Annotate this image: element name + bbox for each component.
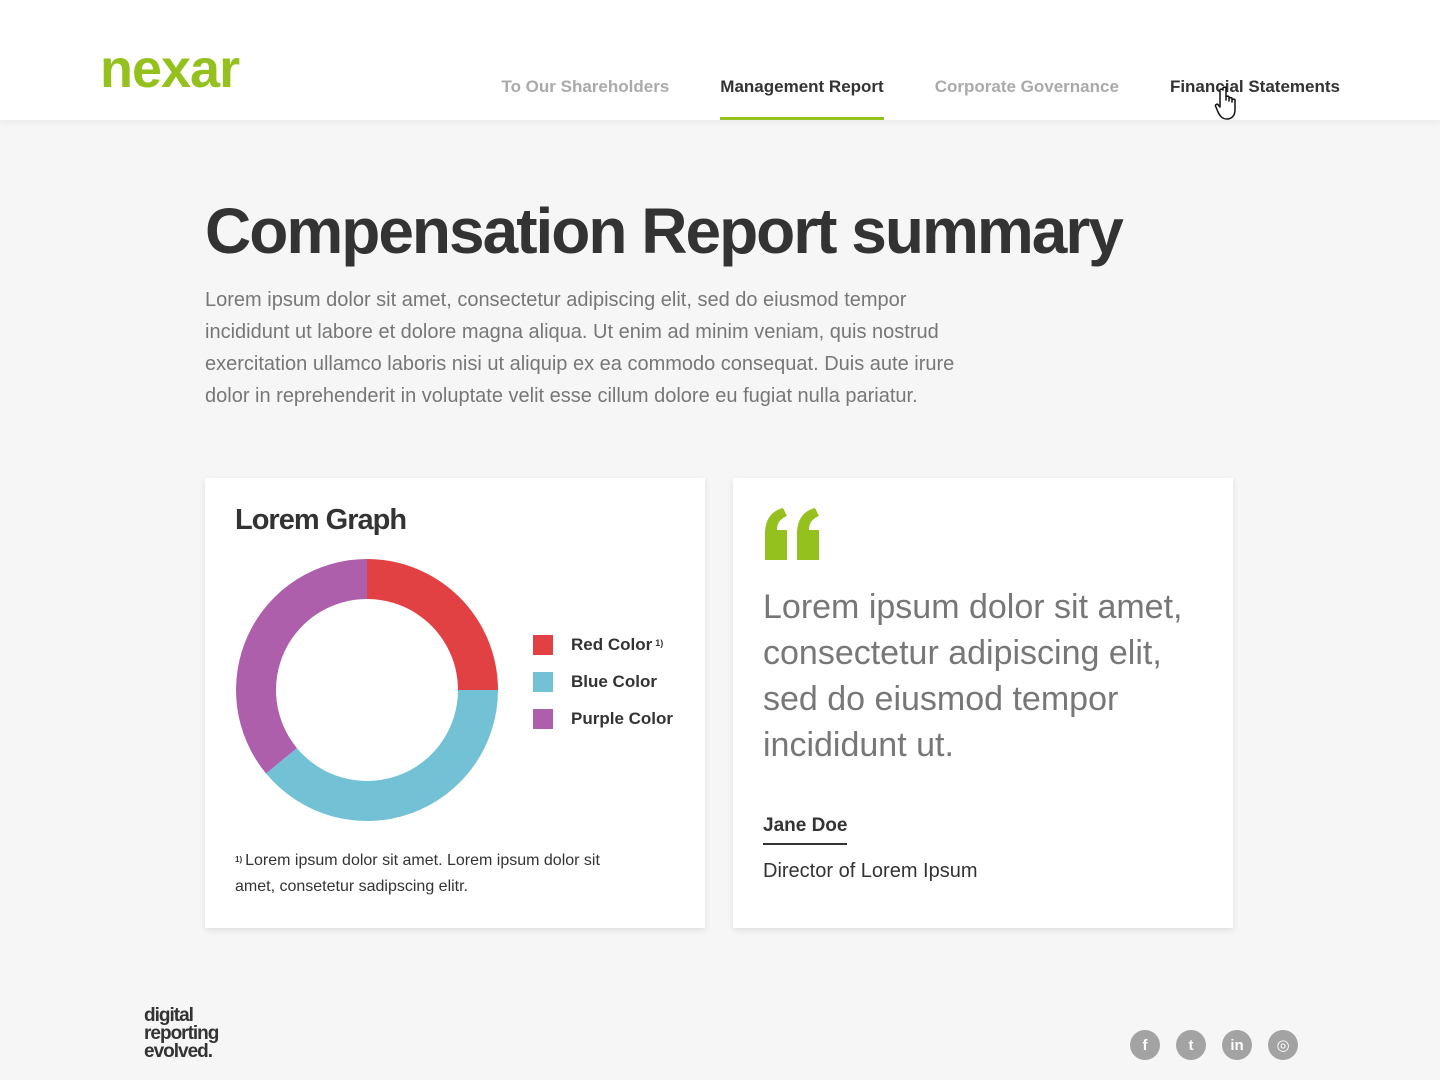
instagram-icon[interactable]: ◎ xyxy=(1268,1030,1298,1060)
legend-item-purple: Purple Color xyxy=(533,709,673,746)
legend-swatch-blue xyxy=(533,672,553,692)
hand-cursor-icon xyxy=(1214,86,1236,120)
nav-item-shareholders[interactable]: To Our Shareholders xyxy=(501,0,669,120)
nav-item-financial-statements[interactable]: Financial Statements xyxy=(1170,0,1340,120)
quote-icon xyxy=(765,508,819,560)
graph-title: Lorem Graph xyxy=(235,504,407,536)
chart-legend: Red Color 1) Blue Color Purple Color xyxy=(533,635,673,746)
donut-slice-blue-color xyxy=(266,690,498,821)
footnote-marker: 1) xyxy=(235,855,243,864)
donut-slice-red-color xyxy=(367,559,498,690)
twitter-icon[interactable]: t xyxy=(1176,1030,1206,1060)
legend-item-blue: Blue Color xyxy=(533,672,673,709)
nav-item-corporate-governance[interactable]: Corporate Governance xyxy=(935,0,1119,120)
footnote-text: Lorem ipsum dolor sit amet. Lorem ipsum … xyxy=(235,852,600,895)
social-links: f t in ◎ xyxy=(1130,1030,1314,1060)
author-role: Director of Lorem Ipsum xyxy=(763,860,978,882)
footer-tagline: digital reporting evolved. xyxy=(144,1006,219,1062)
main-nav: To Our Shareholders Management Report Co… xyxy=(450,0,1340,120)
nav-item-management-report[interactable]: Management Report xyxy=(720,0,885,120)
page-title: Compensation Report summary xyxy=(205,195,1124,267)
graph-footnote: 1) Lorem ipsum dolor sit amet. Lorem ipsu… xyxy=(235,848,615,900)
footnote-marker: 1) xyxy=(655,638,664,648)
legend-item-red: Red Color 1) xyxy=(533,635,673,672)
legend-swatch-purple xyxy=(533,709,553,729)
nexar-logo[interactable]: nexar xyxy=(100,42,240,96)
donut-chart xyxy=(235,559,498,821)
graph-card: Lorem Graph Red Color 1) Blue Color Purpl… xyxy=(205,478,705,928)
tagline-line: evolved. xyxy=(144,1041,213,1062)
facebook-icon[interactable]: f xyxy=(1130,1030,1160,1060)
legend-label-blue: Blue Color xyxy=(571,672,657,691)
donut-slice-purple-color xyxy=(235,559,367,774)
quote-text: Lorem ipsum dolor sit amet, consectetur … xyxy=(763,588,1183,764)
quote-author: Jane Doe xyxy=(763,815,848,845)
legend-label-purple: Purple Color xyxy=(571,709,674,728)
linkedin-icon[interactable]: in xyxy=(1222,1030,1252,1060)
quote-card: Lorem ipsum dolor sit amet, consectetur … xyxy=(733,478,1233,928)
legend-label-red: Red Color 1) xyxy=(571,635,664,654)
intro-paragraph: Lorem ipsum dolor sit amet, consectetur … xyxy=(205,289,955,407)
legend-swatch-red xyxy=(533,635,553,655)
